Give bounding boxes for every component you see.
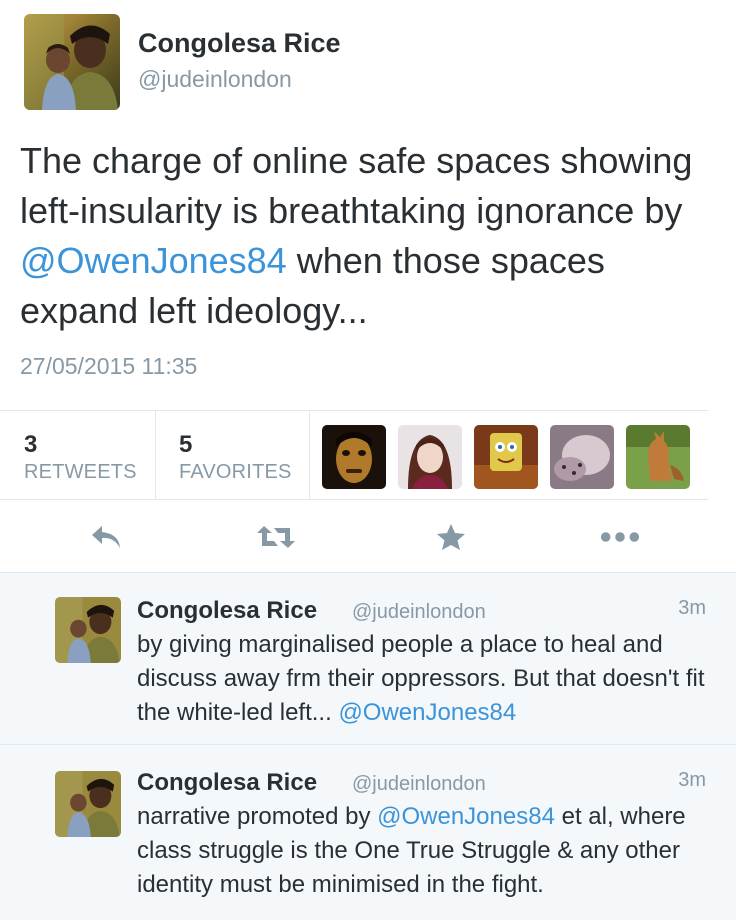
main-tweet: Congolesa Rice @judeinlondon The charge …: [0, 0, 736, 572]
retweets-count: 3: [24, 431, 38, 458]
author-name[interactable]: Congolesa Rice: [138, 28, 341, 59]
tweet-text: The charge of online safe spaces showing…: [20, 136, 710, 336]
mention-link[interactable]: @OwenJones84: [338, 699, 516, 726]
mention-link[interactable]: @OwenJones84: [377, 803, 555, 830]
reply-text: by giving marginalised people a place to…: [137, 628, 717, 730]
reply-text: narrative promoted by @OwenJones84 et al…: [137, 800, 717, 902]
reply-icon[interactable]: [86, 519, 126, 555]
reply-avatar[interactable]: [55, 771, 121, 837]
divider: [309, 411, 310, 499]
author-avatar[interactable]: [24, 14, 120, 110]
author-handle[interactable]: @judeinlondon: [138, 66, 292, 93]
tweet-text-before: The charge of online safe spaces showing…: [20, 140, 693, 231]
reply-author-handle[interactable]: @judeinlondon: [352, 773, 486, 796]
reply-avatar[interactable]: [55, 597, 121, 663]
reply-tweet[interactable]: Congolesa Rice @judeinlondon 3m narrativ…: [0, 744, 736, 920]
reply-time[interactable]: 3m: [678, 769, 706, 792]
favoriter-avatar[interactable]: [626, 425, 690, 489]
favoriter-avatar[interactable]: [322, 425, 386, 489]
retweet-icon[interactable]: [256, 519, 296, 555]
reply-author-handle[interactable]: @judeinlondon: [352, 601, 486, 624]
reply-author-name[interactable]: Congolesa Rice: [137, 769, 317, 797]
tweet-actions: [0, 505, 736, 569]
reply-author-name[interactable]: Congolesa Rice: [137, 597, 317, 625]
favoriter-avatar[interactable]: [398, 425, 462, 489]
reply-time[interactable]: 3m: [678, 597, 706, 620]
retweets-label: RETWEETS: [24, 461, 137, 483]
favorites-label: FAVORITES: [179, 461, 292, 483]
retweets-stat[interactable]: 3 RETWEETS: [24, 411, 154, 499]
favorites-count: 5: [179, 431, 193, 458]
favorites-stat[interactable]: 5 FAVORITES: [155, 411, 310, 499]
star-icon[interactable]: [431, 519, 471, 555]
mention-link[interactable]: @OwenJones84: [20, 240, 287, 281]
reply-tweet[interactable]: Congolesa Rice @judeinlondon 3m by givin…: [0, 572, 736, 744]
tweet-timestamp[interactable]: 27/05/2015 11:35: [20, 353, 197, 380]
reply-text-body: narrative promoted by: [137, 803, 378, 830]
more-icon[interactable]: [600, 519, 640, 555]
stats-bar: 3 RETWEETS 5 FAVORITES: [0, 410, 708, 500]
favoriter-avatar[interactable]: [474, 425, 538, 489]
favoriter-avatar[interactable]: [550, 425, 614, 489]
